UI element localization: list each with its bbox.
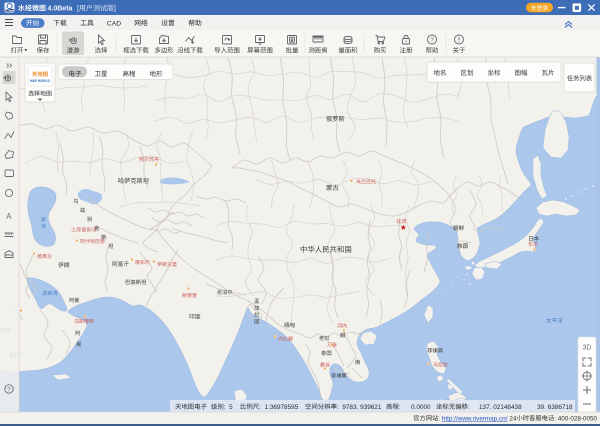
svg-text:: 400-028-0050: : 400-028-0050 — [554, 415, 597, 422]
svg-text:4.0Beta: 4.0Beta — [48, 6, 75, 13]
svg-text:39. 6386718: 39. 6386718 — [537, 404, 573, 411]
svg-text:CAD: CAD — [107, 20, 121, 27]
svg-text:: 1:36978595: : 1:36978595 — [259, 404, 299, 411]
svg-text:[: [ — [77, 6, 79, 13]
svg-text:: 9783. 939621: : 9783. 939621 — [337, 404, 382, 411]
svg-text:24: 24 — [508, 415, 517, 422]
svg-text::: : — [468, 404, 470, 411]
svg-text:?: ? — [430, 37, 434, 44]
svg-text:http://www.rivermap.cn/: http://www.rivermap.cn/ — [442, 415, 508, 422]
svg-text::: : — [399, 404, 401, 411]
svg-text:3D: 3D — [583, 345, 592, 352]
svg-text:MAP WORLD: MAP WORLD — [30, 79, 51, 83]
svg-text:]: ] — [114, 6, 116, 13]
svg-text:0.0000: 0.0000 — [411, 404, 431, 411]
svg-text:A: A — [6, 212, 12, 221]
svg-text:137. 02148438: 137. 02148438 — [479, 404, 522, 411]
svg-text:: 5: : 5 — [224, 404, 233, 411]
